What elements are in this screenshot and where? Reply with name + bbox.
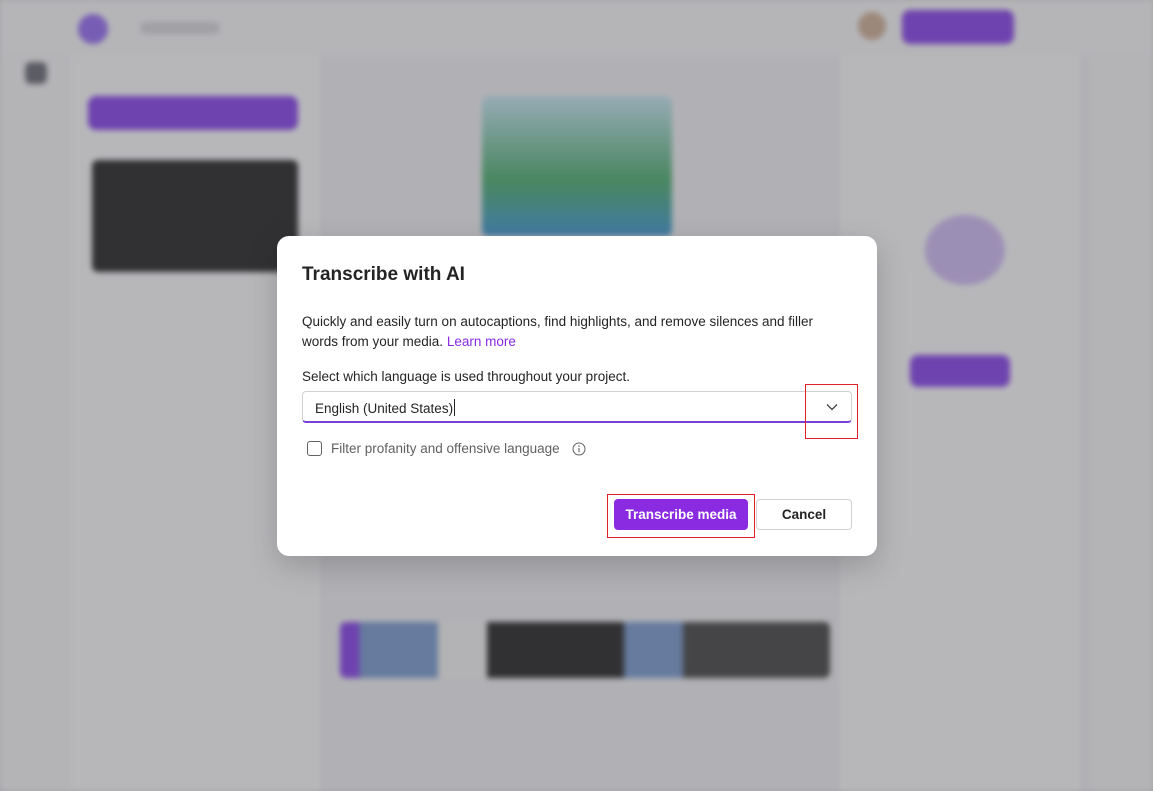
cancel-button[interactable]: Cancel bbox=[756, 499, 852, 530]
dialog-description: Quickly and easily turn on autocaptions,… bbox=[302, 312, 847, 352]
profanity-filter-checkbox[interactable] bbox=[307, 441, 322, 456]
dialog-description-text: Quickly and easily turn on autocaptions,… bbox=[302, 314, 814, 349]
learn-more-link[interactable]: Learn more bbox=[447, 334, 516, 349]
dialog-title: Transcribe with AI bbox=[302, 264, 465, 285]
profanity-filter-row: Filter profanity and offensive language bbox=[307, 441, 586, 456]
text-caret bbox=[454, 399, 456, 416]
info-icon[interactable] bbox=[572, 442, 586, 456]
language-dropdown-value: English (United States) bbox=[315, 399, 456, 416]
chevron-down-icon[interactable] bbox=[825, 400, 839, 414]
transcribe-dialog: Transcribe with AI Quickly and easily tu… bbox=[277, 236, 877, 556]
language-label: Select which language is used throughout… bbox=[302, 369, 630, 384]
language-dropdown[interactable]: English (United States) bbox=[302, 391, 852, 423]
transcribe-media-button[interactable]: Transcribe media bbox=[614, 499, 748, 530]
profanity-filter-label: Filter profanity and offensive language bbox=[331, 441, 560, 456]
language-value-text: English (United States) bbox=[315, 401, 454, 416]
